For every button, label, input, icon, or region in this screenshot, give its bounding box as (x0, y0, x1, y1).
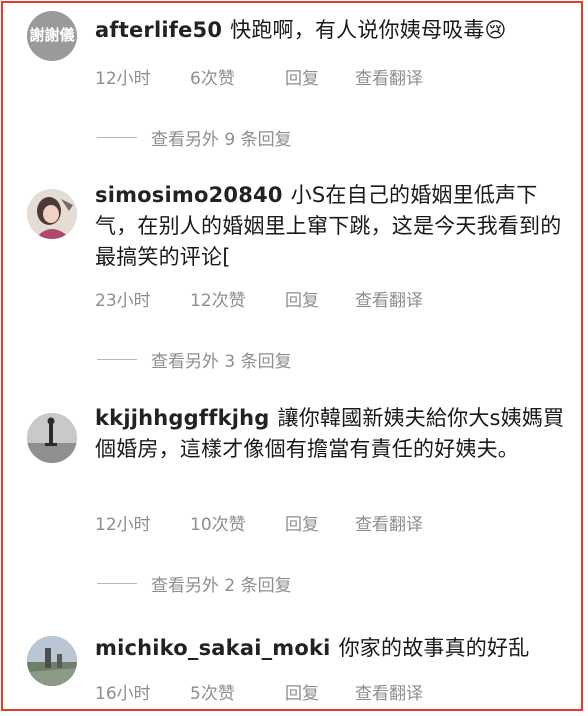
view-more-replies[interactable]: 查看另外 2 条回复 (97, 571, 292, 596)
translate-button[interactable]: 查看翻译 (355, 286, 423, 312)
landscape-photo-icon (27, 636, 77, 686)
comment-likes[interactable]: 5次赞 (190, 679, 285, 705)
comment-username[interactable]: kkjjhhggffkjhg (95, 406, 270, 430)
person-photo-icon (27, 189, 77, 239)
comment-time: 23小时 (95, 291, 151, 311)
comment-username[interactable]: simosimo20840 (95, 183, 283, 207)
comment-content: 快跑啊，有人说你姨母吸毒😢 (230, 18, 507, 42)
comment-time: 12小时 (95, 515, 151, 535)
comment-meta: 12小时 10次赞 回复 查看翻译 (95, 510, 423, 536)
translate-button[interactable]: 查看翻译 (355, 64, 423, 90)
comment-text: kkjjhhggffkjhg 讓你韓國新姨夫給你大s姨媽買個婚房，這樣才像個有擔當… (95, 403, 567, 465)
comment-content: 你家的故事真的好乱 (338, 636, 530, 660)
translate-button[interactable]: 查看翻译 (355, 510, 423, 536)
beach-silhouette-icon (27, 413, 77, 463)
avatar[interactable]: 謝謝儀 (27, 11, 77, 61)
reply-button[interactable]: 回复 (285, 64, 355, 90)
divider-dash (97, 582, 137, 584)
reply-button[interactable]: 回复 (285, 679, 355, 705)
view-more-replies-label: 查看另外 2 条回复 (151, 575, 292, 596)
avatar-text: 謝謝儀 (29, 26, 75, 44)
comment-username[interactable]: michiko_sakai_moki (95, 636, 331, 660)
reply-button[interactable]: 回复 (285, 286, 355, 312)
comment-likes[interactable]: 6次赞 (190, 64, 285, 90)
avatar[interactable] (27, 636, 77, 686)
comment-likes[interactable]: 10次赞 (190, 510, 285, 536)
view-more-replies[interactable]: 查看另外 9 条回复 (97, 125, 292, 150)
comment-meta: 16小时 5次赞 回复 查看翻译 (95, 679, 423, 705)
view-more-replies-label: 查看另外 3 条回复 (151, 351, 292, 372)
divider-dash (97, 136, 137, 138)
reply-button[interactable]: 回复 (285, 510, 355, 536)
view-more-replies-label: 查看另外 9 条回复 (151, 129, 292, 150)
view-more-replies[interactable]: 查看另外 3 条回复 (97, 347, 292, 372)
divider-dash (97, 358, 137, 360)
comment-meta: 23小时 12次赞 回复 查看翻译 (95, 286, 423, 312)
comment-likes[interactable]: 12次赞 (190, 286, 285, 312)
comment-time: 12小时 (95, 69, 151, 89)
comment-text: simosimo20840 小S在自己的婚姻里低声下气，在别人的婚姻里上窜下跳，这… (95, 180, 567, 273)
comments-panel: 謝謝儀 afterlife50 快跑啊，有人说你姨母吸毒😢 12小时 6次赞 回复… (1, 1, 583, 711)
avatar[interactable] (27, 413, 77, 463)
translate-button[interactable]: 查看翻译 (355, 679, 423, 705)
comment-meta: 12小时 6次赞 回复 查看翻译 (95, 64, 423, 90)
comment-time: 16小时 (95, 684, 151, 704)
comment-text: michiko_sakai_moki 你家的故事真的好乱 (95, 633, 567, 664)
comment-username[interactable]: afterlife50 (95, 18, 222, 42)
avatar[interactable] (27, 189, 77, 239)
comment-text: afterlife50 快跑啊，有人说你姨母吸毒😢 (95, 15, 567, 46)
